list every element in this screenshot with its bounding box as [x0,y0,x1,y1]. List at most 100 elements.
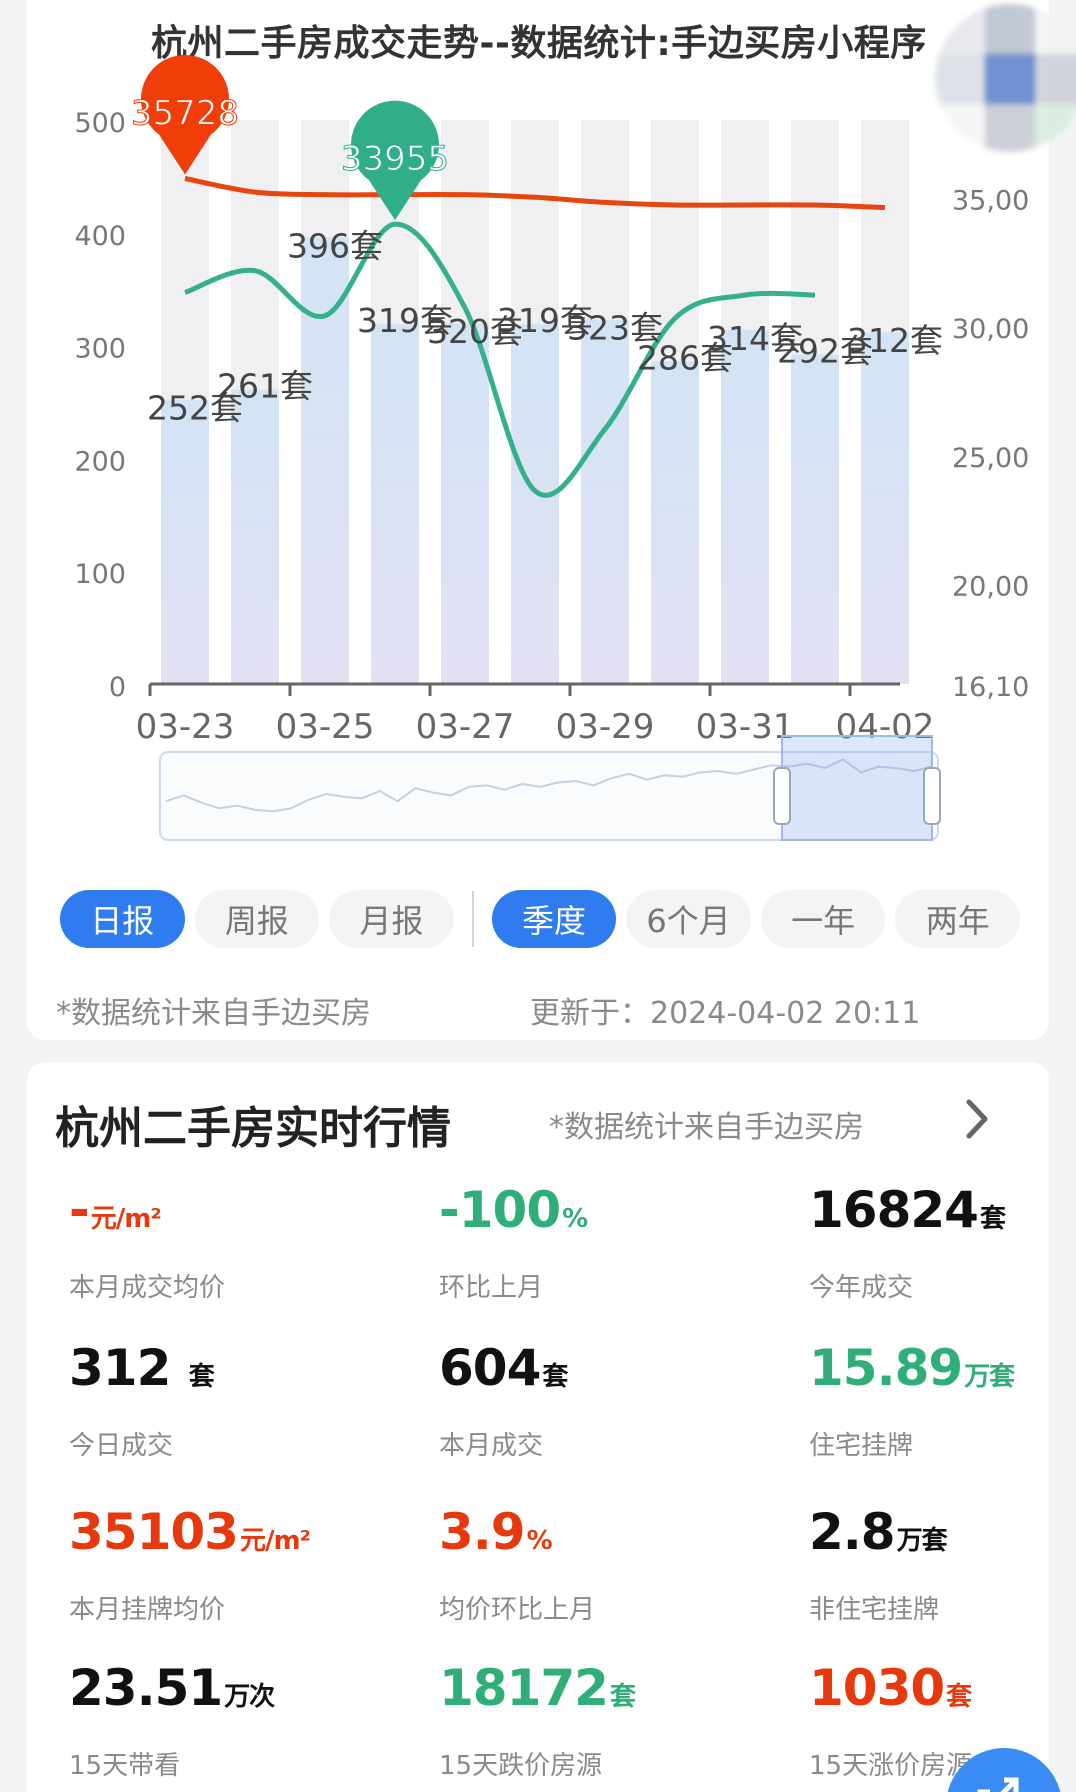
tab-weekly[interactable]: 周报 [194,890,320,948]
stat-number: -100 [439,1181,561,1239]
bar [301,237,349,684]
y2-axis-tick-label: 35,00 [952,185,1029,216]
bar [511,324,559,684]
stat-label: 15天跌价房源 [439,1751,603,1781]
y-axis-tick-label: 200 [74,446,126,477]
stat-number: - [69,1181,90,1239]
bar [861,332,909,684]
tab-1-year[interactable]: 一年 [760,890,886,948]
stat-value: 23.51万次 [69,1658,389,1727]
stat-unit: 套 [979,1204,1006,1234]
stat-unit: 万套 [964,1362,1015,1392]
stat-label: 本月成交 [439,1431,544,1461]
stat-unit: 套 [609,1682,636,1712]
stat-label: 住宅挂牌 [809,1431,914,1461]
stat-item: 35103元/m² 本月挂牌均价 [69,1502,389,1626]
marker-value-label: 35728 [131,94,239,134]
stat-number: 2.8 [809,1503,896,1561]
stat-item: 2.8万套非住宅挂牌 [809,1502,1076,1626]
marker-value-label: 33955 [341,139,449,179]
stats-source-note: *数据统计来自手边买房 [549,1110,864,1145]
stat-value: -100% [439,1180,759,1249]
share-icon [977,1777,1019,1792]
updated-time: 更新于：2024-04-02 20:11 [530,996,921,1031]
stat-item: 23.51万次 15天带看 [69,1658,389,1782]
zoom-handle-left[interactable] [773,767,791,825]
stat-value: 15.89万套 [809,1338,1076,1407]
trend-chart: 500 400 300 200 100 0 35,00 30,00 25,00 20,00 16,1… [74,55,1029,841]
stat-unit: % [526,1526,553,1556]
stat-number: 23.51 [69,1659,223,1717]
stat-label: 非住宅挂牌 [809,1595,940,1625]
x-axis-tick-label: 03-31 [696,707,795,747]
stat-item: 3.9% 均价环比上月 [439,1502,759,1626]
bar [581,319,629,684]
stat-item: 18172套 15天跌价房源 [439,1658,759,1782]
stat-item: 312 套今日成交 [69,1338,389,1462]
stat-label: 今日成交 [69,1431,174,1461]
stat-label: 15天带看 [69,1751,181,1781]
stat-value: 18172套 [439,1658,759,1727]
stat-value: 604套 [439,1338,759,1407]
stat-number: 1030 [809,1659,945,1717]
bar [721,329,769,684]
stat-label: 环比上月 [439,1273,544,1303]
zoom-handle-right[interactable] [923,767,941,825]
stat-label: 今年成交 [809,1273,914,1303]
bar-value-label: 312套 [847,321,943,360]
stat-value: 312 套 [69,1338,389,1407]
stat-unit: % [562,1204,588,1234]
stat-item: 16824套今年成交 [809,1180,1076,1304]
bar-value-label: 261套 [217,367,313,406]
range-tabs: 日报 周报 月报 季度 6个月 一年 两年 [60,890,1020,948]
y2-axis-tick-label: 16,10 [952,672,1029,703]
stat-number: 18172 [439,1659,609,1717]
stat-label: 本月挂牌均价 [69,1595,226,1625]
chevron-right-icon[interactable] [955,1092,999,1146]
stat-unit: 万次 [224,1682,275,1712]
tab-daily[interactable]: 日报 [60,890,185,948]
stat-value: 3.9% [439,1502,759,1571]
stat-number: 35103 [69,1503,239,1561]
stat-number: 15.89 [809,1339,963,1397]
bar [231,389,279,684]
y-axis-tick-label: 100 [74,559,126,590]
zoom-slider-window[interactable] [781,735,933,841]
y2-axis-tick-label: 25,00 [952,443,1029,474]
y-axis-tick-label: 0 [109,672,126,703]
x-axis-tick-label: 03-27 [416,707,515,747]
stat-label: 均价环比上月 [439,1595,596,1625]
tab-quarter[interactable]: 季度 [491,890,617,948]
stat-unit: 元/m² [239,1526,311,1556]
tab-6-months[interactable]: 6个月 [626,890,751,948]
stat-unit: 套 [542,1362,568,1392]
tab-2-years[interactable]: 两年 [895,890,1020,948]
share-button[interactable] [946,1748,1062,1792]
y2-axis-tick-label: 30,00 [952,314,1029,345]
x-axis-tick-label: 03-25 [276,707,375,747]
bar [371,324,419,684]
bar-value-label: 396套 [287,226,383,265]
stat-item: -元/m² 本月成交均价 [69,1180,389,1304]
bar [441,323,489,684]
y-axis-tick-label: 400 [74,221,126,252]
stat-value: -元/m² [69,1180,389,1249]
bar [161,399,209,684]
stat-label: 本月成交均价 [69,1273,226,1303]
stat-value: 1030套 [809,1658,1076,1727]
y-axis-tick-label: 300 [74,334,126,365]
stat-item: 604套本月成交 [439,1338,759,1462]
market-stats-card: 杭州二手房实时行情 *数据统计来自手边买房 -元/m² 本月成交均价 -100% 环比… [27,1062,1049,1792]
bar [791,354,839,684]
stat-unit: 万套 [896,1526,948,1556]
tab-divider [471,891,474,947]
stat-unit: 套 [946,1682,972,1712]
bar [651,361,699,684]
stat-unit: 套 [188,1362,215,1392]
tab-monthly[interactable]: 月报 [329,890,454,948]
stat-value: 35103元/m² [69,1502,389,1571]
stat-value: 2.8万套 [809,1502,1076,1571]
x-axis-tick-label: 03-29 [556,707,655,747]
stat-number: 604 [439,1339,541,1397]
stat-value: 16824套 [809,1180,1076,1249]
